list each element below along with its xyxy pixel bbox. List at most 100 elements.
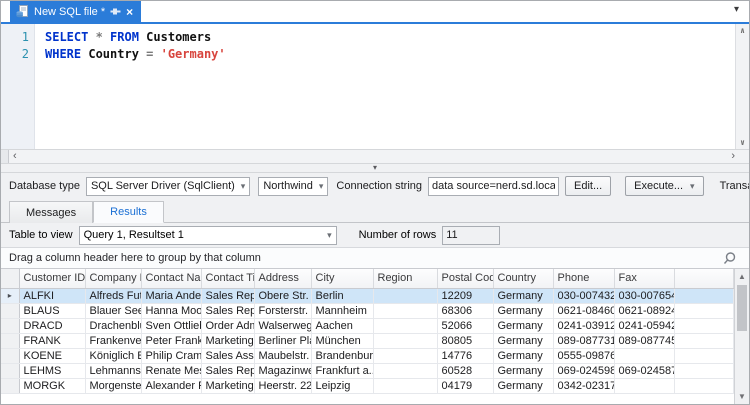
grid-cell[interactable]: Alfreds Futt... xyxy=(85,288,142,304)
column-header[interactable]: Customer ID xyxy=(19,269,86,289)
table-row[interactable]: MORGKMorgenster...Alexander F...Marketin… xyxy=(1,378,734,394)
grid-cell[interactable]: Aachen xyxy=(311,318,374,334)
grid-cell[interactable]: Königlich Es... xyxy=(85,348,142,364)
grid-cell[interactable] xyxy=(373,378,438,394)
column-header[interactable]: Address xyxy=(254,269,312,289)
pin-icon[interactable] xyxy=(110,6,121,17)
grid-cell[interactable]: 030-0076545 xyxy=(614,288,675,304)
driver-combobox[interactable]: SQL Server Driver (SqlClient) ▾ xyxy=(85,176,251,196)
grid-cell[interactable]: 089-0877451 xyxy=(614,333,675,349)
grid-cell[interactable]: 0621-08924 xyxy=(614,303,675,319)
table-row[interactable]: FRANKFrankenver...Peter Frank...Marketin… xyxy=(1,333,734,349)
grid-cell[interactable]: Sales Repre... xyxy=(201,288,255,304)
grid-cell[interactable]: 030-0074321 xyxy=(553,288,615,304)
scroll-left-icon[interactable]: ‹ xyxy=(13,150,17,163)
grid-cell[interactable]: Frankfurt a.... xyxy=(311,363,374,379)
splitter-grip[interactable] xyxy=(1,150,9,163)
grid-cell[interactable]: Germany xyxy=(493,348,554,364)
pane-splitter[interactable]: ▾ xyxy=(1,163,749,173)
grid-cell[interactable]: 52066 xyxy=(437,318,494,334)
grid-cell[interactable]: 0621-08460 xyxy=(553,303,615,319)
table-to-view-combobox[interactable]: Query 1, Resultset 1 ▾ xyxy=(78,225,337,245)
row-indicator[interactable] xyxy=(1,378,20,394)
connection-string-input[interactable] xyxy=(428,176,559,196)
grid-cell[interactable]: DRACD xyxy=(19,318,86,334)
sql-editor[interactable]: 1 SELECT * FROM Customers 2 WHERE Country =… xyxy=(1,24,749,149)
row-indicator[interactable] xyxy=(1,363,20,379)
grid-cell[interactable]: Leipzig xyxy=(311,378,374,394)
grid-cell[interactable]: Morgenster... xyxy=(85,378,142,394)
grid-cell[interactable]: 0342-023176 xyxy=(553,378,615,394)
column-header[interactable]: Company N... xyxy=(85,269,142,289)
editor-vertical-scrollbar[interactable]: ∧ ∨ xyxy=(735,24,749,149)
grid-cell[interactable]: 0241-059428 xyxy=(614,318,675,334)
grid-cell[interactable]: Germany xyxy=(493,318,554,334)
grid-cell[interactable]: Sales Repre... xyxy=(201,363,255,379)
column-header[interactable]: Region xyxy=(373,269,438,289)
row-indicator[interactable] xyxy=(1,318,20,334)
grid-cell[interactable] xyxy=(373,348,438,364)
row-indicator[interactable] xyxy=(1,333,20,349)
column-header[interactable]: Fax xyxy=(614,269,675,289)
grid-cell[interactable]: Berlin xyxy=(311,288,374,304)
grid-cell[interactable] xyxy=(373,363,438,379)
grid-cell[interactable]: Lehmanns... xyxy=(85,363,142,379)
column-header[interactable]: Postal Code xyxy=(437,269,494,289)
grid-cell[interactable]: LEHMS xyxy=(19,363,86,379)
column-header[interactable]: Country xyxy=(493,269,554,289)
grid-cell[interactable]: München xyxy=(311,333,374,349)
code-line[interactable]: 1 SELECT * FROM Customers xyxy=(1,29,749,46)
grid-cell[interactable]: BLAUS xyxy=(19,303,86,319)
grid-cell[interactable]: Maubelstr. 90 xyxy=(254,348,312,364)
grid-cell[interactable]: Blauer See... xyxy=(85,303,142,319)
execute-button[interactable]: Execute... ▾ xyxy=(625,176,704,196)
grid-cell[interactable]: KOENE xyxy=(19,348,86,364)
grid-cell[interactable]: 089-0877310 xyxy=(553,333,615,349)
grid-cell[interactable]: Brandenburg xyxy=(311,348,374,364)
grid-cell[interactable]: Obere Str. 57 xyxy=(254,288,312,304)
tab-list-dropdown-icon[interactable]: ▾ xyxy=(734,4,739,15)
grid-cell[interactable] xyxy=(614,348,675,364)
grid-cell[interactable]: 60528 xyxy=(437,363,494,379)
grid-cell[interactable]: Philip Cramer xyxy=(141,348,202,364)
grid-cell[interactable]: Germany xyxy=(493,303,554,319)
close-tab-icon[interactable]: × xyxy=(126,6,133,18)
grid-cell[interactable]: Order Admi... xyxy=(201,318,255,334)
row-indicator[interactable] xyxy=(1,348,20,364)
grid-cell[interactable]: ALFKI xyxy=(19,288,86,304)
scroll-right-icon[interactable]: › xyxy=(731,150,735,163)
grid-cell[interactable]: Peter Frank... xyxy=(141,333,202,349)
database-combobox[interactable]: Northwind ▾ xyxy=(258,176,329,196)
scrollbar-thumb[interactable] xyxy=(737,285,747,331)
grid-cell[interactable] xyxy=(614,378,675,394)
grid-cell[interactable]: Germany xyxy=(493,288,554,304)
tab-messages[interactable]: Messages xyxy=(9,201,94,223)
grid-cell[interactable]: Sven Ottlieb xyxy=(141,318,202,334)
splitter-collapse-icon[interactable]: ▾ xyxy=(373,163,377,172)
grid-cell[interactable]: Hanna Moos xyxy=(141,303,202,319)
scroll-up-icon[interactable]: ▲ xyxy=(735,272,749,281)
grid-cell[interactable]: Frankenver... xyxy=(85,333,142,349)
grid-cell[interactable]: 14776 xyxy=(437,348,494,364)
scroll-up-icon[interactable]: ∧ xyxy=(736,26,749,35)
scroll-down-icon[interactable]: ∨ xyxy=(736,138,749,147)
grid-cell[interactable]: 0555-09876 xyxy=(553,348,615,364)
grid-cell[interactable]: 069-0245984 xyxy=(553,363,615,379)
column-header[interactable]: City xyxy=(311,269,374,289)
grid-cell[interactable]: Heerstr. 22 xyxy=(254,378,312,394)
scroll-down-icon[interactable]: ▼ xyxy=(735,392,749,401)
grid-cell[interactable]: Mannheim xyxy=(311,303,374,319)
grid-cell[interactable] xyxy=(373,333,438,349)
grid-cell[interactable]: FRANK xyxy=(19,333,86,349)
column-header[interactable]: Contact Title xyxy=(201,269,255,289)
grid-cell[interactable]: 80805 xyxy=(437,333,494,349)
grid-cell[interactable]: Forsterstr. 57 xyxy=(254,303,312,319)
grid-cell[interactable]: Alexander F... xyxy=(141,378,202,394)
table-row[interactable]: LEHMSLehmanns...Renate Mes...Sales Repre… xyxy=(1,363,734,379)
grid-cell[interactable]: Magazinwe... xyxy=(254,363,312,379)
grid-cell[interactable]: 069-0245874 xyxy=(614,363,675,379)
grid-cell[interactable] xyxy=(373,288,438,304)
grid-cell[interactable]: Germany xyxy=(493,378,554,394)
grid-vertical-scrollbar[interactable]: ▲ ▼ xyxy=(734,269,749,404)
grid-cell[interactable]: Marketing M... xyxy=(201,333,255,349)
